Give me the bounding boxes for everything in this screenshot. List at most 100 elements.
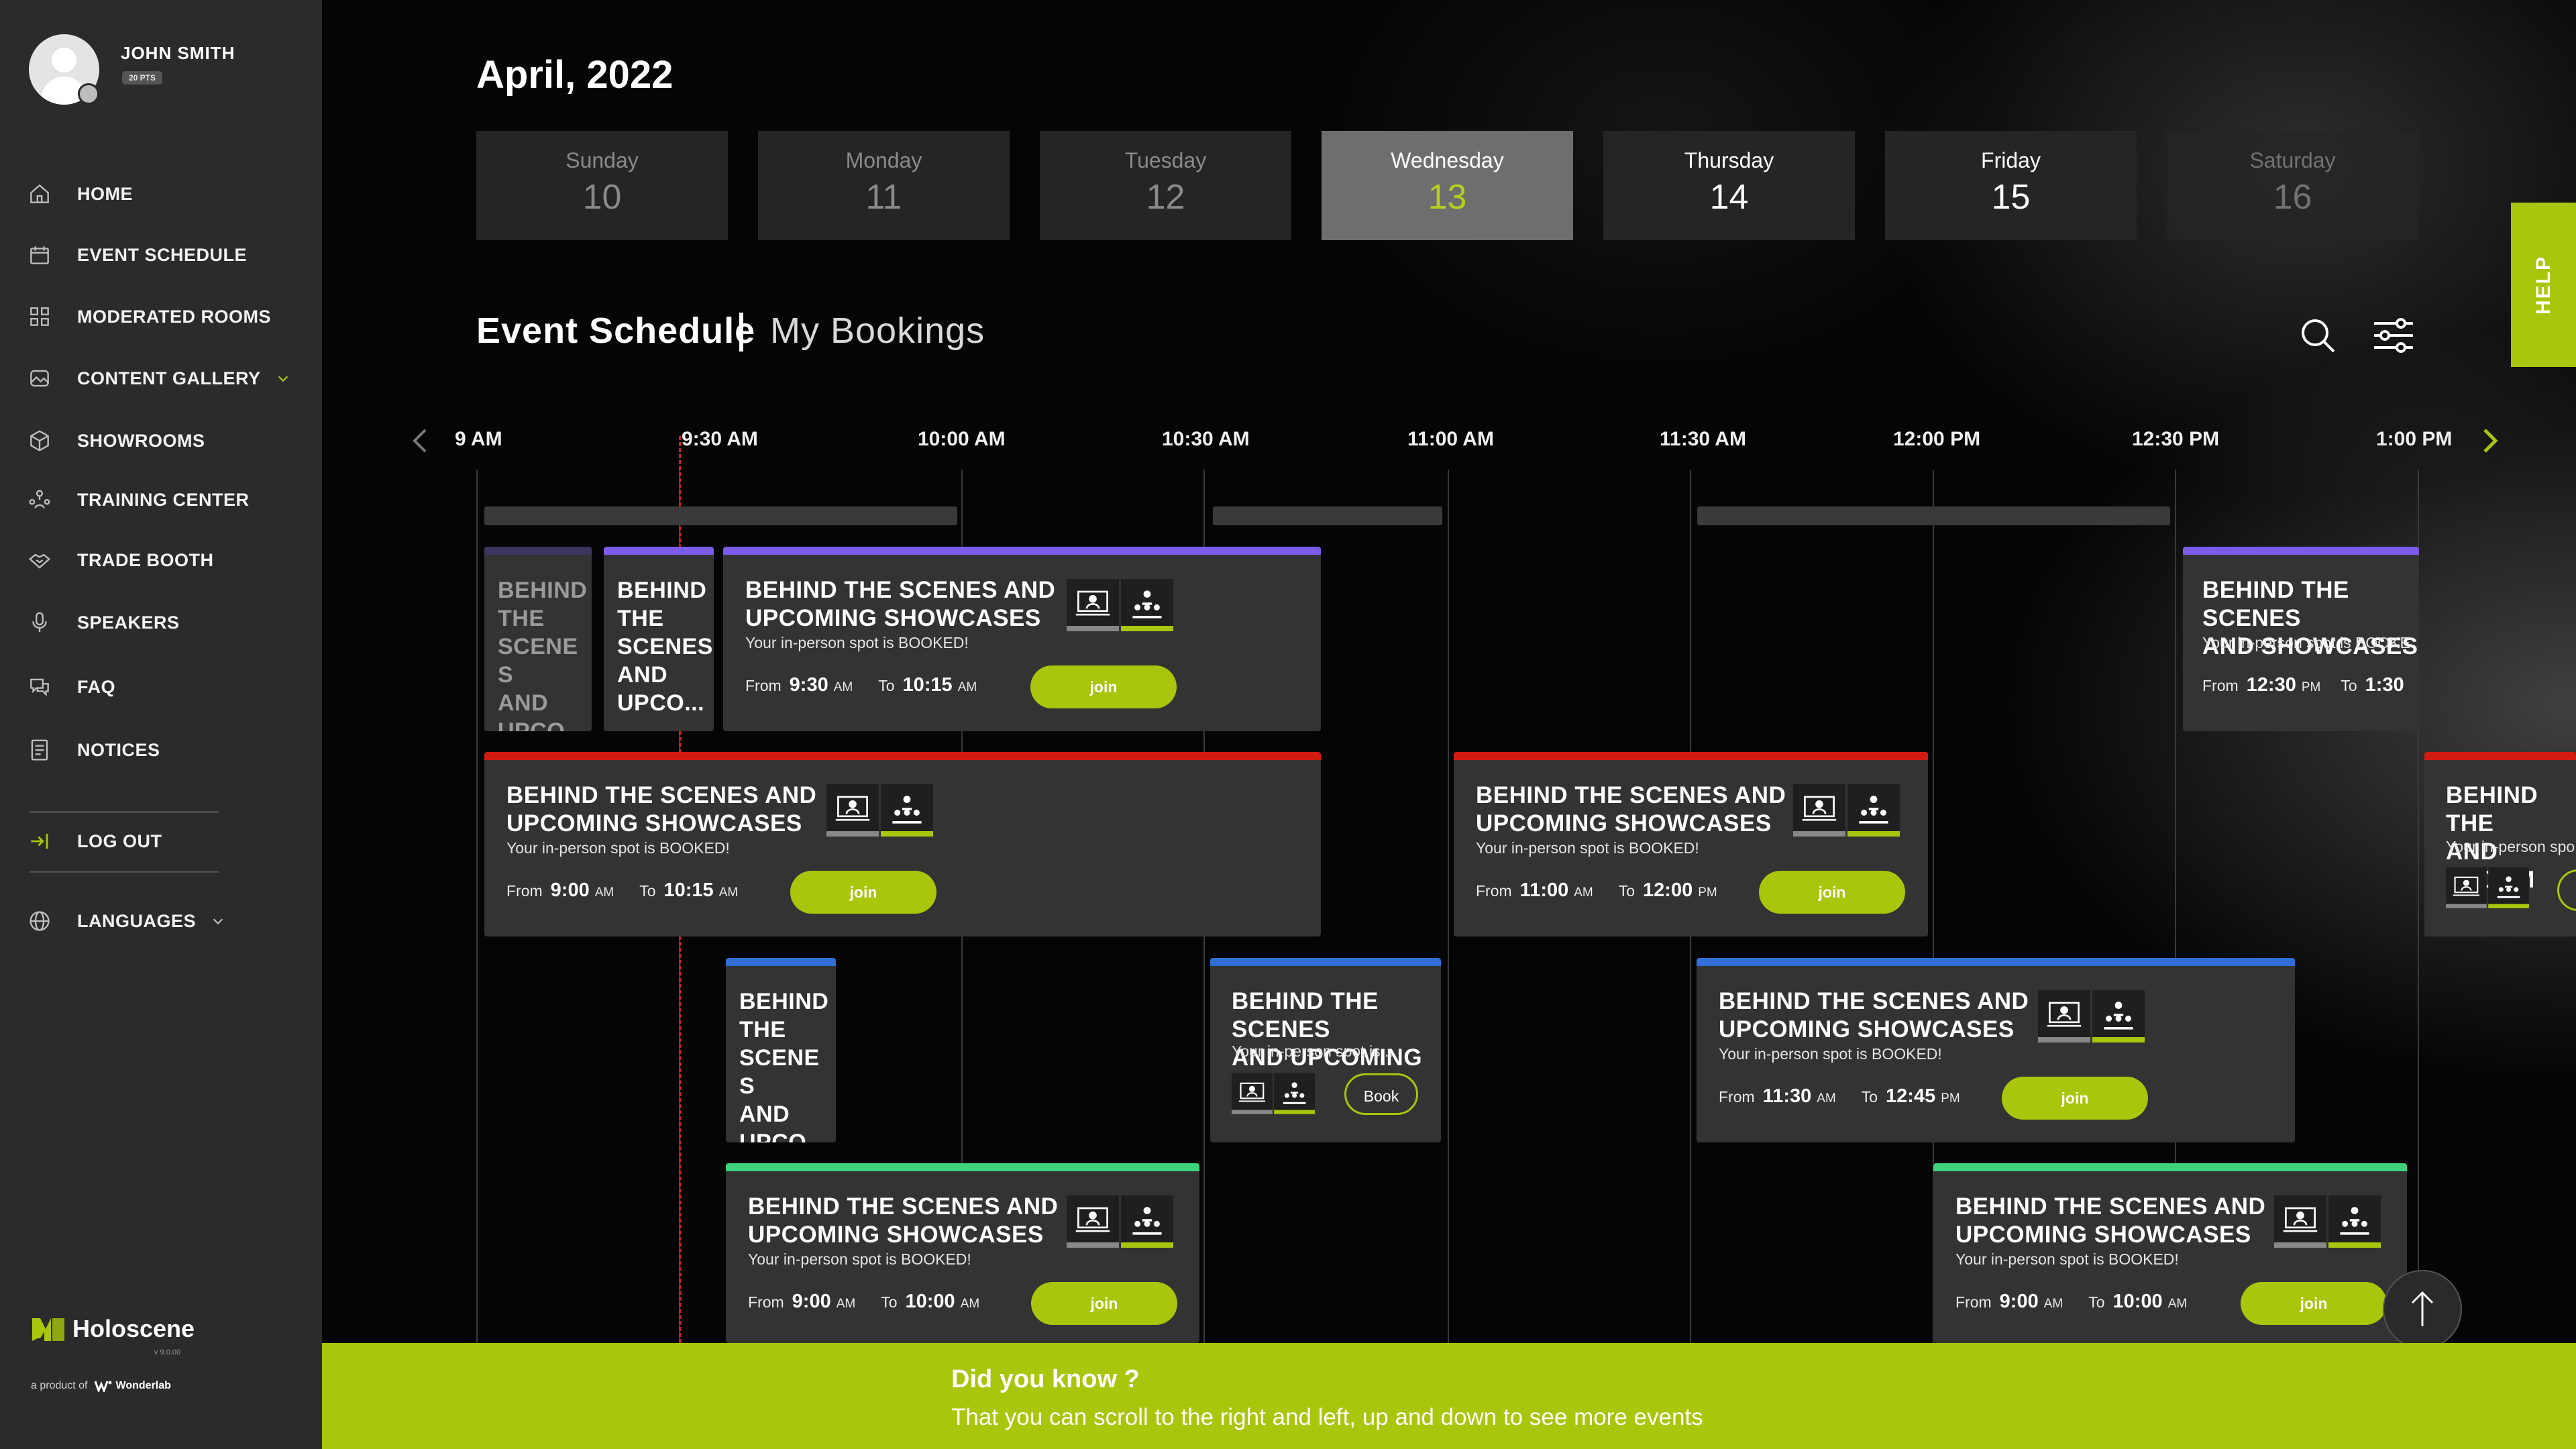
time-label: 9 AM — [455, 428, 502, 450]
day-number: 14 — [1709, 178, 1749, 217]
languages-selector[interactable]: LANGUAGES — [27, 904, 225, 938]
placeholder-bar — [1213, 506, 1442, 525]
event-status: Your in-person spot is .. — [1232, 1042, 1393, 1060]
logout-icon — [31, 833, 48, 849]
join-button[interactable]: join — [790, 871, 936, 914]
event-format-icons — [1067, 579, 1173, 631]
nav-event-schedule[interactable]: EVENT SCHEDULE — [27, 238, 247, 272]
day-name: Friday — [1981, 148, 2041, 172]
event-color-bar — [726, 958, 836, 966]
day-number: 13 — [1428, 178, 1467, 217]
day-name: Thursday — [1684, 148, 1774, 172]
from-label: From — [1476, 882, 1512, 900]
event-card[interactable]: BEHIND THE SCENES AND UPCOMING SHOWCASES… — [484, 752, 1321, 936]
nav-home[interactable]: HOME — [27, 177, 133, 211]
time-label: 10:00 AM — [918, 428, 1006, 450]
join-button[interactable]: join — [1759, 871, 1905, 914]
event-time: From 9:00 AM To 10:00 AM — [748, 1291, 979, 1313]
event-card[interactable]: BEHIND THE SCENES AND UPCOMING ... Your … — [1210, 958, 1441, 1142]
scroll-to-top-button[interactable] — [2383, 1270, 2462, 1349]
event-card[interactable]: BEHIND THE SCENES AND UPCOMING SHOWCASES… — [723, 547, 1321, 731]
nav-showrooms[interactable]: SHOWROOMS — [27, 424, 205, 458]
event-card[interactable]: BEHIND THE SCENES AND UPCO... — [604, 547, 714, 731]
day-friday[interactable]: Friday 15 — [1885, 131, 2137, 240]
day-number: 10 — [582, 178, 622, 217]
event-time: From 12:30 PM To 1:30 — [2202, 674, 2404, 696]
in-person-attendance-icon — [1121, 1195, 1173, 1248]
search-icon[interactable] — [2298, 315, 2338, 356]
tip-title: Did you know ? — [951, 1365, 1140, 1393]
nav-trade-booth-label: TRADE BOOTH — [77, 549, 214, 570]
nav-trade-booth[interactable]: TRADE BOOTH — [27, 543, 214, 577]
day-number: 16 — [2273, 178, 2312, 217]
to-label: To — [2341, 677, 2357, 694]
from-label: From — [748, 1293, 784, 1311]
nav-moderated-rooms[interactable]: MODERATED ROOMS — [27, 300, 271, 333]
end-time: 12:45 — [1886, 1085, 1936, 1107]
logout-button[interactable]: LOG OUT — [27, 824, 162, 858]
day-tuesday[interactable]: Tuesday 12 — [1040, 131, 1291, 240]
tab-event-schedule[interactable]: Event Schedule — [476, 310, 755, 352]
event-card[interactable]: BEHIND THE SCENES AND UPCOMING SHOWCASES… — [1454, 752, 1928, 936]
event-format-icons — [2274, 1195, 2381, 1248]
day-name: Saturday — [2249, 148, 2336, 172]
event-time: From 11:00 AM To 12:00 PM — [1476, 879, 1717, 902]
nav-training-center-label: TRAINING CENTER — [77, 489, 250, 510]
day-number: 12 — [1146, 178, 1185, 217]
join-button[interactable]: join — [2241, 1282, 2387, 1325]
day-wednesday[interactable]: Wednesday 13 — [1322, 131, 1573, 240]
nav-speakers[interactable]: SPEAKERS — [27, 606, 180, 639]
nav-content-gallery[interactable]: CONTENT GALLERY — [27, 362, 290, 395]
join-button[interactable]: join — [1030, 665, 1177, 708]
chevron-left-icon[interactable] — [411, 427, 431, 454]
join-button[interactable]: join — [2002, 1077, 2148, 1120]
chat-bubbles-icon — [30, 678, 49, 696]
time-label: 11:00 AM — [1407, 428, 1494, 450]
from-label: From — [1955, 1293, 1992, 1311]
month-title: April, 2022 — [476, 53, 674, 97]
event-card[interactable]: BEHIND THE SCENES AND UPCOMING SHOWCASES… — [726, 1163, 1199, 1343]
handshake-icon — [28, 553, 51, 569]
event-format-icons — [1793, 784, 1900, 837]
day-thursday[interactable]: Thursday 14 — [1603, 131, 1855, 240]
help-tab[interactable]: HELP — [2511, 203, 2576, 367]
placeholder-bar — [1697, 506, 2170, 525]
filter-sliders-icon[interactable] — [2371, 315, 2416, 356]
nav-training-center[interactable]: TRAINING CENTER — [27, 483, 250, 517]
nav-event-schedule-label: EVENT SCHEDULE — [77, 244, 248, 265]
nav-notices[interactable]: NOTICES — [27, 733, 160, 767]
day-saturday[interactable]: Saturday 16 — [2167, 131, 2418, 240]
event-title: BEHIND THE SCENES AND UPCOMING SHOWCASES — [1476, 782, 1786, 837]
event-color-bar — [2183, 547, 2419, 555]
virtual-attendance-icon — [2038, 990, 2090, 1042]
day-monday[interactable]: Monday 11 — [758, 131, 1010, 240]
chevron-right-icon[interactable] — [2479, 427, 2500, 454]
end-ampm: PM — [1698, 885, 1717, 900]
to-label: To — [1618, 882, 1635, 900]
end-ampm: AM — [2167, 1297, 2188, 1311]
virtual-attendance-icon — [826, 784, 879, 837]
event-card[interactable]: BEHIND THE SCENE S AND UPCO — [726, 958, 836, 1142]
avatar-edit-icon[interactable] — [78, 83, 99, 105]
book-button[interactable]: Book — [1344, 1073, 1418, 1115]
event-title: BEHIND THE SCENES AND UPCOMING SHOWCASES — [1955, 1193, 2266, 1248]
to-label: To — [1861, 1088, 1878, 1106]
event-status: Your in-person spot is BOOKED! — [745, 634, 969, 651]
event-card[interactable]: BEHIND THE SCENES AND UPCOMING SHOWCASES… — [1933, 1163, 2407, 1343]
event-title: BEHIND THE SCENES AND UPCO... — [617, 578, 713, 716]
brand-name: Holoscene — [72, 1315, 195, 1342]
event-time: From 11:30 AM To 12:45 PM — [1719, 1085, 1960, 1108]
event-card[interactable]: BEHIND THE SCENE S AND UPCO — [484, 547, 592, 731]
nav-faq[interactable]: FAQ — [27, 670, 115, 704]
end-time: 10:00 — [2112, 1291, 2163, 1312]
event-color-bar — [604, 547, 714, 555]
virtual-attendance-icon — [1067, 1195, 1119, 1248]
event-card[interactable]: BEHIND THE AND UPCOM Your in-person spo — [2424, 752, 2576, 936]
event-card[interactable]: BEHIND THE SCENES AND SHOWCASES Your in-… — [2183, 547, 2419, 731]
join-button[interactable]: join — [1031, 1282, 1177, 1325]
event-card[interactable]: BEHIND THE SCENES AND UPCOMING SHOWCASES… — [1697, 958, 2295, 1142]
tab-my-bookings[interactable]: My Bookings — [770, 310, 985, 352]
day-sunday[interactable]: Sunday 10 — [476, 131, 728, 240]
time-label: 12:30 PM — [2132, 428, 2220, 450]
event-color-bar — [484, 547, 592, 555]
